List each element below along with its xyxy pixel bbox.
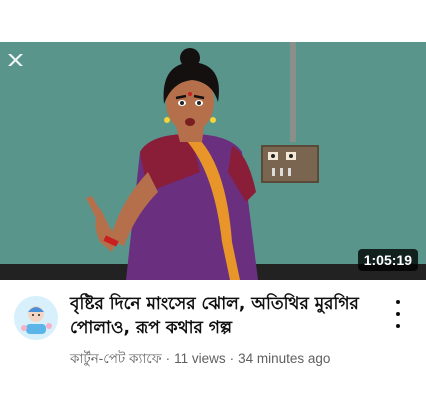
more-vert-icon[interactable] [388,300,408,328]
video-duration-badge: 1:05:19 [357,249,418,271]
separator: · [229,351,235,366]
video-subline: কার্টুন-পেট ক্যাফে · 11 views · 34 minutes a… [70,348,400,371]
separator: · [165,351,171,366]
upload-age: 34 minutes ago [238,351,331,366]
video-meta-row: বৃষ্টির দিনে মাংসের ঝোল, অতিথির মুরগির প… [0,292,426,392]
video-title[interactable]: বৃষ্টির দিনে মাংসের ঝোল, অতিথির মুরগির প… [70,292,370,340]
view-count: 11 views [174,351,226,366]
video-thumbnail[interactable]: 1:05:19 [0,42,426,280]
thumbnail-illustration [0,42,426,280]
app-logo-icon [14,296,58,340]
channel-avatar[interactable] [14,296,58,340]
channel-name[interactable]: কার্টুন-পেট ক্যাফে [70,351,162,366]
